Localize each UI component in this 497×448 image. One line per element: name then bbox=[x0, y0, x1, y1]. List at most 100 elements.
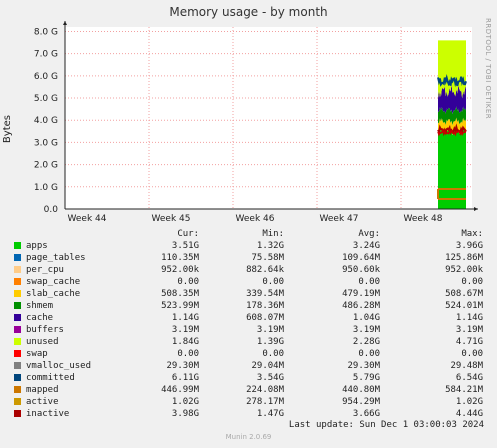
legend-swatch bbox=[14, 290, 21, 297]
legend-avg: 440.80M bbox=[342, 385, 380, 395]
legend-cur: 3.19M bbox=[171, 325, 199, 335]
legend-swatch bbox=[14, 266, 21, 273]
x-axis-arrow bbox=[474, 207, 478, 211]
legend-cur: 1.84G bbox=[171, 337, 199, 347]
x-tick-label: Week 47 bbox=[320, 214, 359, 224]
legend-name: vmalloc_used bbox=[26, 361, 92, 371]
legend-min: 278.17M bbox=[246, 397, 284, 407]
footer-version: Munin 2.0.69 bbox=[225, 433, 272, 441]
legend-cur: 0.00 bbox=[177, 277, 199, 287]
legend-min: 0.00 bbox=[262, 277, 284, 287]
legend-rows: apps 3.51G 1.32G 3.24G 3.96G page_tables 110.3… bbox=[12, 240, 492, 420]
legend-cur: 3.98G bbox=[171, 409, 199, 419]
legend-min: 3.19M bbox=[256, 325, 284, 335]
legend-name: mapped bbox=[26, 385, 59, 395]
legend-cur: 508.35M bbox=[161, 289, 199, 299]
legend-avg: 950.60k bbox=[342, 265, 380, 275]
legend-row-mapped: mapped 446.99M 224.08M 440.80M 584.21M bbox=[12, 384, 492, 396]
legend-max: 1.14G bbox=[455, 313, 483, 323]
legend-max: 508.67M bbox=[445, 289, 483, 299]
x-tick-label: Week 46 bbox=[236, 214, 275, 224]
y-axis-arrow bbox=[63, 21, 67, 25]
legend-swatch bbox=[14, 302, 21, 309]
legend-max: 3.19M bbox=[455, 325, 483, 335]
legend-name: slab_cache bbox=[26, 289, 81, 299]
legend-avg: 479.19M bbox=[342, 289, 380, 299]
series-apps-area bbox=[438, 127, 466, 209]
legend-row-buffers: buffers 3.19M 3.19M 3.19M 3.19M bbox=[12, 324, 492, 336]
plot-background bbox=[65, 27, 472, 209]
legend-row-unused: unused 1.84G 1.39G 2.28G 4.71G bbox=[12, 336, 492, 348]
legend-min: 178.36M bbox=[246, 301, 284, 311]
legend-swatch bbox=[14, 278, 21, 285]
legend-row-shmem: shmem 523.99M 178.36M 486.28M 524.01M bbox=[12, 300, 492, 312]
legend-row-inactive: inactive 3.98G 1.47G 3.66G 4.44G bbox=[12, 408, 492, 420]
legend-swatch bbox=[14, 362, 21, 369]
legend-row-committed: committed 6.11G 3.54G 5.79G 6.54G bbox=[12, 372, 492, 384]
legend-name: unused bbox=[26, 337, 59, 347]
legend-header-max: Max: bbox=[461, 229, 483, 239]
legend-max: 3.96G bbox=[455, 241, 483, 251]
legend-avg: 109.64M bbox=[342, 253, 380, 263]
legend-name: apps bbox=[26, 241, 48, 251]
legend-cur: 110.35M bbox=[161, 253, 199, 263]
legend-max: 4.44G bbox=[455, 409, 483, 419]
legend-cur: 523.99M bbox=[161, 301, 199, 311]
y-tick-label: 5.0 G bbox=[34, 94, 58, 104]
y-tick-label: 0.0 bbox=[44, 205, 59, 215]
legend-max: 524.01M bbox=[445, 301, 483, 311]
legend-swatch bbox=[14, 374, 21, 381]
legend-avg: 29.30M bbox=[347, 361, 380, 371]
legend-avg: 0.00 bbox=[358, 277, 380, 287]
y-tick-label: 1.0 G bbox=[34, 183, 58, 193]
y-tick-label: 7.0 G bbox=[34, 50, 58, 60]
chart-plot: 0.0 1.0 G 2.0 G 3.0 G 4.0 G 5.0 G 6.0 G 7.0 G 8.… bbox=[34, 21, 478, 224]
legend-row-per-cpu: per_cpu 952.00k 882.64k 950.60k 952.00k bbox=[12, 264, 492, 276]
legend-cur: 3.51G bbox=[171, 241, 199, 251]
y-tick-label: 6.0 G bbox=[34, 72, 58, 82]
legend-header-min: Min: bbox=[262, 229, 284, 239]
legend-name: swap_cache bbox=[26, 277, 81, 287]
legend-row-page-tables: page_tables 110.35M 75.58M 109.64M 125.86M bbox=[12, 252, 492, 264]
last-update: Last update: Sun Dec 1 03:00:03 2024 bbox=[288, 420, 484, 430]
legend-swatch bbox=[14, 410, 21, 417]
legend-min: 608.07M bbox=[246, 313, 284, 323]
legend-name: cache bbox=[26, 313, 54, 323]
legend-swatch bbox=[14, 326, 21, 333]
legend-min: 882.64k bbox=[246, 265, 284, 275]
legend-min: 75.58M bbox=[251, 253, 284, 263]
legend-cur: 446.99M bbox=[161, 385, 199, 395]
legend-header-cur: Cur: bbox=[177, 229, 199, 239]
legend-swatch bbox=[14, 338, 21, 345]
legend-min: 1.32G bbox=[256, 241, 284, 251]
legend-swatch bbox=[14, 386, 21, 393]
legend-cur: 29.30M bbox=[166, 361, 199, 371]
legend-cur: 1.02G bbox=[171, 397, 199, 407]
y-tick-label: 3.0 G bbox=[34, 138, 58, 148]
legend-cur: 952.00k bbox=[161, 265, 199, 275]
legend-avg: 0.00 bbox=[358, 349, 380, 359]
legend-max: 952.00k bbox=[445, 265, 483, 275]
y-tick-label: 2.0 G bbox=[34, 161, 58, 171]
legend-avg: 2.28G bbox=[352, 337, 380, 347]
legend-swatch bbox=[14, 254, 21, 261]
legend-row-vmalloc-used: vmalloc_used 29.30M 29.04M 29.30M 29.48M bbox=[12, 360, 492, 372]
legend-header: Cur: Min: Avg: Max: bbox=[12, 228, 492, 240]
legend-row-active: active 1.02G 278.17M 954.29M 1.02G bbox=[12, 396, 492, 408]
legend-avg: 3.24G bbox=[352, 241, 380, 251]
legend-cur: 6.11G bbox=[171, 373, 199, 383]
legend-row-swap: swap 0.00 0.00 0.00 0.00 bbox=[12, 348, 492, 360]
legend-row-apps: apps 3.51G 1.32G 3.24G 3.96G bbox=[12, 240, 492, 252]
legend-min: 1.39G bbox=[256, 337, 284, 347]
legend-row-slab-cache: slab_cache 508.35M 339.54M 479.19M 508.67M bbox=[12, 288, 492, 300]
legend-avg: 3.19M bbox=[352, 325, 380, 335]
legend-max: 1.02G bbox=[455, 397, 483, 407]
legend-min: 29.04M bbox=[251, 361, 284, 371]
legend-name: buffers bbox=[26, 325, 64, 335]
y-tick-label: 4.0 G bbox=[34, 116, 58, 126]
legend-avg: 954.29M bbox=[342, 397, 380, 407]
legend-swatch bbox=[14, 242, 21, 249]
legend-max: 29.48M bbox=[450, 361, 483, 371]
legend-name: committed bbox=[26, 373, 75, 383]
legend-min: 0.00 bbox=[262, 349, 284, 359]
